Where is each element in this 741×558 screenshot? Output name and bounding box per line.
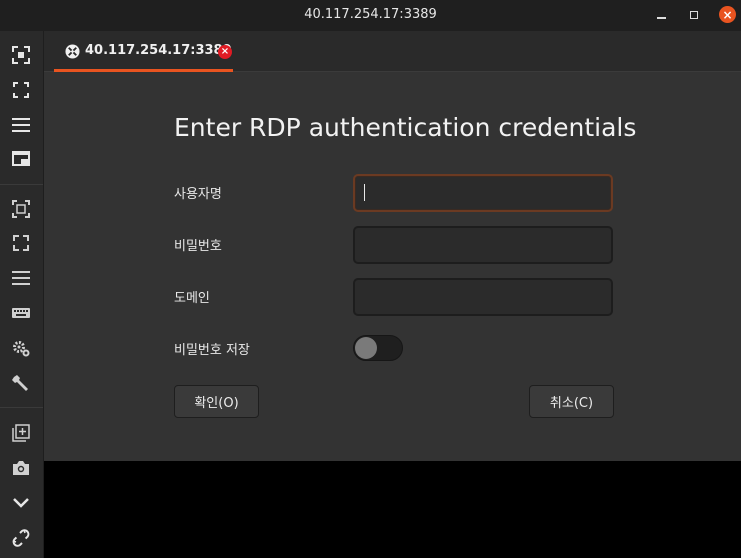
disconnect-icon[interactable] [10, 527, 32, 549]
scale-icon[interactable] [10, 232, 32, 254]
sidebar-divider [0, 184, 43, 185]
close-icon: × [722, 7, 733, 22]
username-input[interactable] [353, 174, 613, 212]
cancel-button[interactable]: 취소(C) [529, 385, 614, 418]
maximize-icon [690, 11, 698, 19]
domain-label: 도메인 [174, 291, 210, 306]
remote-desktop-icon [65, 44, 80, 59]
tab-connection[interactable]: 40.117.254.17:3389 × [54, 31, 233, 72]
window-title: 40.117.254.17:3389 [304, 7, 437, 22]
tab-bar: 40.117.254.17:3389 × [44, 31, 741, 72]
screenshot-icon[interactable] [10, 457, 32, 479]
keyboard-icon[interactable] [10, 302, 32, 324]
menu-icon[interactable] [10, 114, 32, 136]
ok-button[interactable]: 확인(O) [174, 385, 259, 418]
settings-icon[interactable] [10, 337, 32, 359]
password-input[interactable] [353, 226, 613, 264]
dynamic-resolution-icon[interactable] [10, 198, 32, 220]
save-password-label: 비밀번호 저장 [174, 343, 250, 358]
picture-in-picture-icon[interactable] [10, 148, 32, 170]
username-label: 사용자명 [174, 187, 222, 202]
tab-label: 40.117.254.17:3389 [85, 43, 232, 58]
chevron-down-icon[interactable] [10, 492, 32, 514]
toggle-knob [355, 337, 377, 359]
sidebar-divider [0, 407, 43, 408]
duplicate-icon[interactable] [10, 422, 32, 444]
dialog-heading: Enter RDP authentication credentials [174, 113, 637, 142]
tools-icon[interactable] [10, 372, 32, 394]
remote-display-area [44, 461, 741, 558]
minimize-icon [656, 17, 666, 19]
fullscreen-icon[interactable] [10, 79, 32, 101]
maximize-button[interactable] [685, 6, 703, 24]
list-icon[interactable] [10, 267, 32, 289]
fit-screen-icon[interactable] [10, 44, 32, 66]
close-button[interactable]: × [719, 6, 736, 23]
toolbar-sidebar [0, 31, 44, 558]
save-password-toggle[interactable] [353, 335, 403, 361]
domain-input[interactable] [353, 278, 613, 316]
tab-close-icon[interactable]: × [218, 45, 232, 59]
title-bar: 40.117.254.17:3389 × [0, 0, 741, 31]
text-caret [364, 184, 365, 201]
password-label: 비밀번호 [174, 239, 222, 254]
minimize-button[interactable] [652, 6, 670, 24]
